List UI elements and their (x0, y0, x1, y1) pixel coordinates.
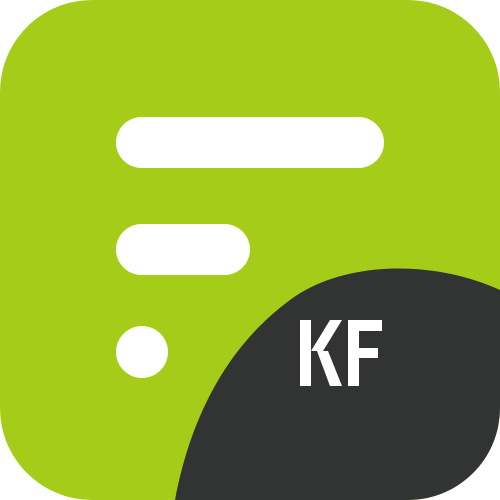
list-line-long (116, 117, 384, 168)
list-line-medium (116, 224, 250, 275)
monogram-kf-logo (296, 318, 388, 390)
app-icon-graphic (0, 0, 500, 500)
monogram-glyph (300, 320, 382, 386)
list-dot (116, 326, 168, 378)
app-icon (0, 0, 500, 500)
